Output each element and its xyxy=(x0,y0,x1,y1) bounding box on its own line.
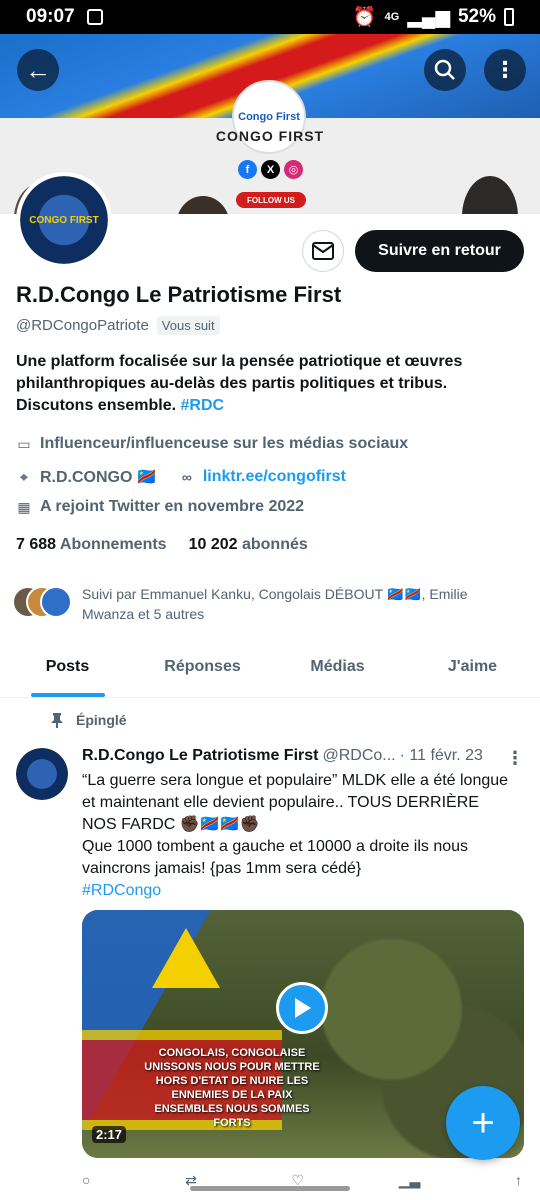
banner-follow-us: FOLLOW US xyxy=(236,192,306,208)
social-icons: f X ◎ xyxy=(238,160,303,179)
post-text-line-1: “La guerre sera longue et populaire” MLD… xyxy=(82,772,509,833)
followers-label: abonnés xyxy=(241,536,308,553)
views-icon[interactable]: ▁▃ xyxy=(399,1172,421,1189)
location-pin-icon: ⌖ xyxy=(20,468,28,485)
video-caption: CONGOLAIS, CONGOLAISE UNISSONS NOUS POUR… xyxy=(144,1047,320,1129)
followed-by-row[interactable]: Suivi par Emmanuel Kanku, Congolais DÉBO… xyxy=(12,584,512,624)
share-icon[interactable]: ↑ xyxy=(515,1172,522,1189)
tab-media[interactable]: Médias xyxy=(270,648,405,697)
followed-by-avatars xyxy=(12,584,74,618)
tab-label: Réponses xyxy=(164,658,241,675)
plus-icon: + xyxy=(471,1100,495,1145)
arrow-left-icon: ← xyxy=(25,54,51,85)
profile-tabs: Posts Réponses Médias J'aime xyxy=(0,648,540,698)
reply-icon[interactable]: ○ xyxy=(82,1172,90,1189)
follow-back-button[interactable]: Suivre en retour xyxy=(355,230,524,272)
pinned-indicator: Épinglé xyxy=(50,712,127,728)
handle-row: @RDCongoPatriote Vous suit xyxy=(16,316,220,335)
envelope-icon xyxy=(312,242,334,260)
followers-count-link[interactable]: 10 202 abonnés xyxy=(189,536,308,554)
flag-star-shape xyxy=(152,928,220,988)
profile-avatar[interactable]: CONGO FIRST xyxy=(16,172,112,268)
follow-counts: 7 688 Abonnements 10 202 abonnés xyxy=(16,536,308,554)
checkbox-notification-icon xyxy=(86,9,103,25)
status-bar: 09:07 ⏰ 4G ▂▄▆ 52% xyxy=(0,0,540,34)
pinned-label: Épinglé xyxy=(76,712,127,728)
battery-icon xyxy=(504,8,514,26)
video-duration: 2:17 xyxy=(92,1126,127,1143)
profile-name: R.D.Congo Le Patriotisme First xyxy=(16,282,342,307)
instagram-icon: ◎ xyxy=(284,160,303,179)
category-row: ▭ Influenceur/influenceuse sur les média… xyxy=(16,435,408,453)
post-author-avatar[interactable] xyxy=(16,748,68,800)
signal-icon: ▂▄▆ xyxy=(407,6,450,28)
tab-label: J'aime xyxy=(447,658,498,675)
bio-hashtag-link[interactable]: #RDC xyxy=(181,397,225,414)
calendar-icon: ▦ xyxy=(17,498,31,515)
tab-label: Posts xyxy=(45,658,90,675)
person-center-image xyxy=(176,196,230,214)
post-author-handle[interactable]: @RDCo... xyxy=(322,747,395,765)
pin-icon xyxy=(51,713,63,728)
home-indicator xyxy=(190,1186,350,1191)
post-hashtag-link[interactable]: #RDCongo xyxy=(82,880,512,902)
back-button[interactable]: ← xyxy=(17,49,59,91)
profile-joined: A rejoint Twitter en novembre 2022 xyxy=(40,498,305,515)
banner-title: CONGO FIRST xyxy=(215,128,325,144)
alarm-icon: ⏰ xyxy=(352,7,377,28)
compose-post-button[interactable]: + xyxy=(446,1086,520,1160)
link-icon: ∞ xyxy=(181,469,192,485)
following-count: 7 688 xyxy=(16,536,57,553)
x-logo-icon: X xyxy=(261,160,280,179)
more-options-button[interactable]: ⋮ xyxy=(484,49,526,91)
profile-location: R.D.CONGO 🇨🇩 xyxy=(40,469,157,486)
location-link-row: ⌖ R.D.CONGO 🇨🇩 ∞ linktr.ee/congofirst xyxy=(16,467,346,487)
more-vertical-icon: ⋮ xyxy=(494,57,516,82)
play-icon xyxy=(295,998,311,1018)
follows-you-badge: Vous suit xyxy=(156,316,220,335)
post-header: R.D.Congo Le Patriotisme First @RDCo... … xyxy=(82,747,522,765)
avatar-image: CONGO FIRST xyxy=(20,176,108,264)
profile-handle: @RDCongoPatriote xyxy=(16,317,149,334)
person-right-image xyxy=(462,176,518,214)
profile-category: Influenceur/influenceuse sur les médias … xyxy=(40,435,409,452)
active-tab-indicator xyxy=(30,693,105,697)
profile-website-link[interactable]: linktr.ee/congofirst xyxy=(203,468,346,486)
tab-likes[interactable]: J'aime xyxy=(405,648,540,697)
post-more-icon[interactable]: ⋮ xyxy=(506,748,524,769)
followers-count: 10 202 xyxy=(188,536,238,553)
joined-row: ▦ A rejoint Twitter en novembre 2022 xyxy=(16,498,304,516)
avatar xyxy=(40,586,72,618)
search-icon xyxy=(434,59,455,80)
bio-text: Une platform focalisée sur la pensée pat… xyxy=(16,353,463,414)
briefcase-icon: ▭ xyxy=(17,435,31,452)
post-text-line-2: Que 1000 tombent a gauche et 10000 a dro… xyxy=(82,838,469,877)
tab-label: Médias xyxy=(310,658,365,675)
followed-by-text: Suivi par Emmanuel Kanku, Congolais DÉBO… xyxy=(82,586,468,622)
following-count-link[interactable]: 7 688 Abonnements xyxy=(16,536,167,554)
tab-replies[interactable]: Réponses xyxy=(135,648,270,697)
post-body: “La guerre sera longue et populaire” MLD… xyxy=(82,770,512,902)
status-time: 09:07 xyxy=(26,6,75,27)
profile-bio: Une platform focalisée sur la pensée pat… xyxy=(16,351,524,417)
message-button[interactable] xyxy=(302,230,344,272)
battery-label: 52% xyxy=(457,6,496,27)
post-date[interactable]: · 11 févr. 23 xyxy=(400,747,483,765)
post-author-name[interactable]: R.D.Congo Le Patriotisme First xyxy=(82,747,318,765)
tab-posts[interactable]: Posts xyxy=(0,648,135,697)
facebook-icon: f xyxy=(238,160,257,179)
network-label: 4G xyxy=(384,11,400,23)
play-button[interactable] xyxy=(276,982,328,1034)
following-label: Abonnements xyxy=(59,536,167,553)
search-button[interactable] xyxy=(424,49,466,91)
